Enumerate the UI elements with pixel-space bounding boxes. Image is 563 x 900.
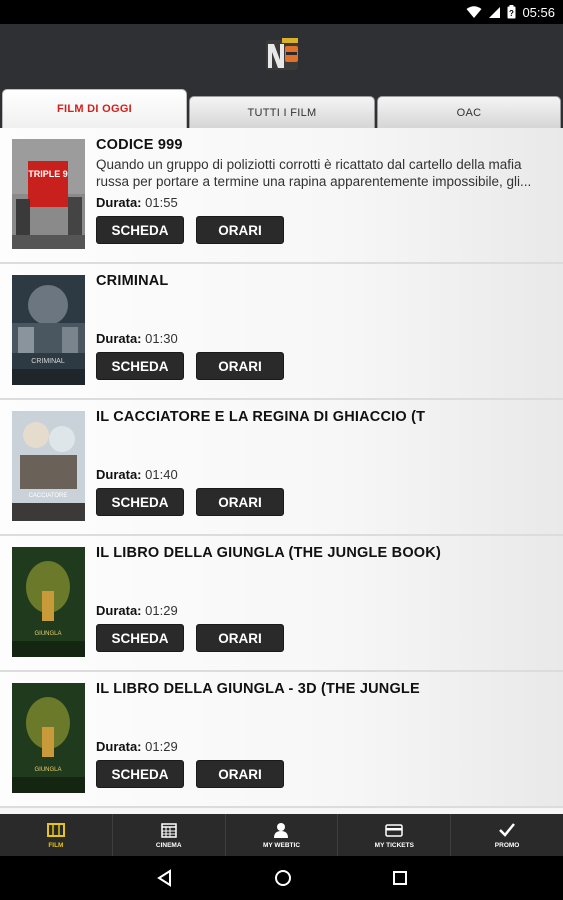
movie-title: IL LIBRO DELLA GIUNGLA - 3D (THE JUNGLE bbox=[96, 681, 420, 697]
movie-description bbox=[96, 428, 548, 462]
svg-text:?: ? bbox=[510, 9, 515, 18]
tab-film-di-oggi[interactable]: FILM DI OGGI bbox=[2, 89, 187, 128]
scheda-button[interactable]: SCHEDA bbox=[96, 488, 184, 516]
movie-description bbox=[96, 292, 548, 326]
status-bar: ? 05:56 bbox=[0, 0, 563, 24]
movie-title: IL CACCIATORE E LA REGINA DI GHIACCIO (T bbox=[96, 409, 426, 425]
movie-duration: Durata: 01:40 bbox=[96, 467, 178, 482]
svg-text:GIUNGLA: GIUNGLA bbox=[34, 767, 61, 773]
scheda-button[interactable]: SCHEDA bbox=[96, 760, 184, 788]
scheda-button[interactable]: SCHEDA bbox=[96, 624, 184, 652]
nav-label: FILM bbox=[48, 841, 64, 849]
poster-cacciatore-icon[interactable]: CACCIATORE bbox=[12, 411, 85, 521]
app-logo-icon bbox=[260, 34, 304, 78]
duration-value: 01:30 bbox=[145, 331, 178, 346]
duration-label: Durata: bbox=[96, 195, 142, 210]
tab-tutti-i-film[interactable]: TUTTI I FILM bbox=[189, 96, 375, 128]
wifi-icon bbox=[466, 5, 482, 19]
nav-item-my-tickets[interactable]: MY TICKETS bbox=[338, 814, 452, 856]
system-nav-bar bbox=[0, 856, 563, 900]
movie-description bbox=[96, 564, 548, 598]
movie-item[interactable]: GIUNGLA IL LIBRO DELLA GIUNGLA - 3D (THE… bbox=[0, 672, 563, 808]
nav-label: MY WEBTIC bbox=[262, 841, 301, 849]
movie-description bbox=[96, 700, 548, 734]
orari-button[interactable]: ORARI bbox=[196, 760, 284, 788]
tab-bar: FILM DI OGGI TUTTI I FILM OAC bbox=[0, 88, 563, 128]
duration-label: Durata: bbox=[96, 739, 142, 754]
orari-button[interactable]: ORARI bbox=[196, 352, 284, 380]
tab-oac[interactable]: OAC bbox=[377, 96, 561, 128]
poster-jungle-book-3d-icon[interactable]: GIUNGLA bbox=[12, 683, 85, 793]
film-icon bbox=[46, 822, 65, 838]
duration-label: Durata: bbox=[96, 603, 142, 618]
user-icon bbox=[272, 822, 290, 838]
movie-item[interactable]: CACCIATORE IL CACCIATORE E LA REGINA DI … bbox=[0, 400, 563, 536]
duration-value: 01:40 bbox=[145, 467, 178, 482]
home-icon[interactable] bbox=[274, 869, 292, 887]
movie-list[interactable]: TRIPLE 9 CODICE 999 Quando un gruppo di … bbox=[0, 128, 563, 814]
bottom-nav: FILM CINEMA MY WEBTIC MY TICKETS PROMO bbox=[0, 814, 563, 856]
movie-item[interactable]: GIUNGLA IL LIBRO DELLA GIUNGLA (THE JUNG… bbox=[0, 536, 563, 672]
signal-icon bbox=[488, 6, 501, 19]
duration-value: 01:29 bbox=[145, 739, 178, 754]
nav-item-cinema[interactable]: CINEMA bbox=[113, 814, 226, 856]
poster-criminal-icon[interactable]: CRIMINAL bbox=[12, 275, 85, 385]
movie-duration: Durata: 01:55 bbox=[96, 195, 178, 210]
check-icon bbox=[498, 822, 516, 838]
duration-label: Durata: bbox=[96, 467, 142, 482]
status-time: 05:56 bbox=[522, 4, 555, 20]
duration-value: 01:29 bbox=[145, 603, 178, 618]
movie-title: CODICE 999 bbox=[96, 137, 183, 153]
movie-item[interactable]: TRIPLE 9 CODICE 999 Quando un gruppo di … bbox=[0, 128, 563, 264]
back-icon[interactable] bbox=[156, 869, 174, 887]
ticket-icon bbox=[385, 822, 404, 838]
movie-title: CRIMINAL bbox=[96, 273, 169, 289]
movie-duration: Durata: 01:30 bbox=[96, 331, 178, 346]
recents-icon[interactable] bbox=[392, 870, 408, 886]
nav-label: MY TICKETS bbox=[374, 841, 414, 849]
movie-item[interactable]: CRIMINAL CRIMINAL Durata: 01:30 SCHEDA O… bbox=[0, 264, 563, 400]
app-header bbox=[0, 24, 563, 88]
movie-description: Quando un gruppo di poliziotti corrotti … bbox=[96, 157, 532, 189]
scheda-button[interactable]: SCHEDA bbox=[96, 352, 184, 380]
svg-text:CRIMINAL: CRIMINAL bbox=[31, 358, 65, 365]
nav-label: PROMO bbox=[494, 841, 520, 849]
svg-text:GIUNGLA: GIUNGLA bbox=[34, 631, 61, 637]
nav-item-my-webtic[interactable]: MY WEBTIC bbox=[226, 814, 339, 856]
battery-icon: ? bbox=[507, 5, 516, 19]
movie-duration: Durata: 01:29 bbox=[96, 603, 178, 618]
movie-title: IL LIBRO DELLA GIUNGLA (THE JUNGLE BOOK) bbox=[96, 545, 441, 561]
orari-button[interactable]: ORARI bbox=[196, 624, 284, 652]
scheda-button[interactable]: SCHEDA bbox=[96, 216, 184, 244]
movie-duration: Durata: 01:29 bbox=[96, 739, 178, 754]
duration-label: Durata: bbox=[96, 331, 142, 346]
nav-item-promo[interactable]: PROMO bbox=[451, 814, 563, 856]
orari-button[interactable]: ORARI bbox=[196, 488, 284, 516]
svg-text:CACCIATORE: CACCIATORE bbox=[29, 493, 68, 499]
svg-text:TRIPLE 9: TRIPLE 9 bbox=[28, 169, 68, 179]
poster-jungle-book-icon[interactable]: GIUNGLA bbox=[12, 547, 85, 657]
nav-item-film[interactable]: FILM bbox=[0, 814, 113, 856]
duration-value: 01:55 bbox=[145, 195, 178, 210]
calendar-icon bbox=[160, 822, 178, 838]
nav-label: CINEMA bbox=[155, 841, 182, 849]
orari-button[interactable]: ORARI bbox=[196, 216, 284, 244]
poster-triple9-icon[interactable]: TRIPLE 9 bbox=[12, 139, 85, 249]
